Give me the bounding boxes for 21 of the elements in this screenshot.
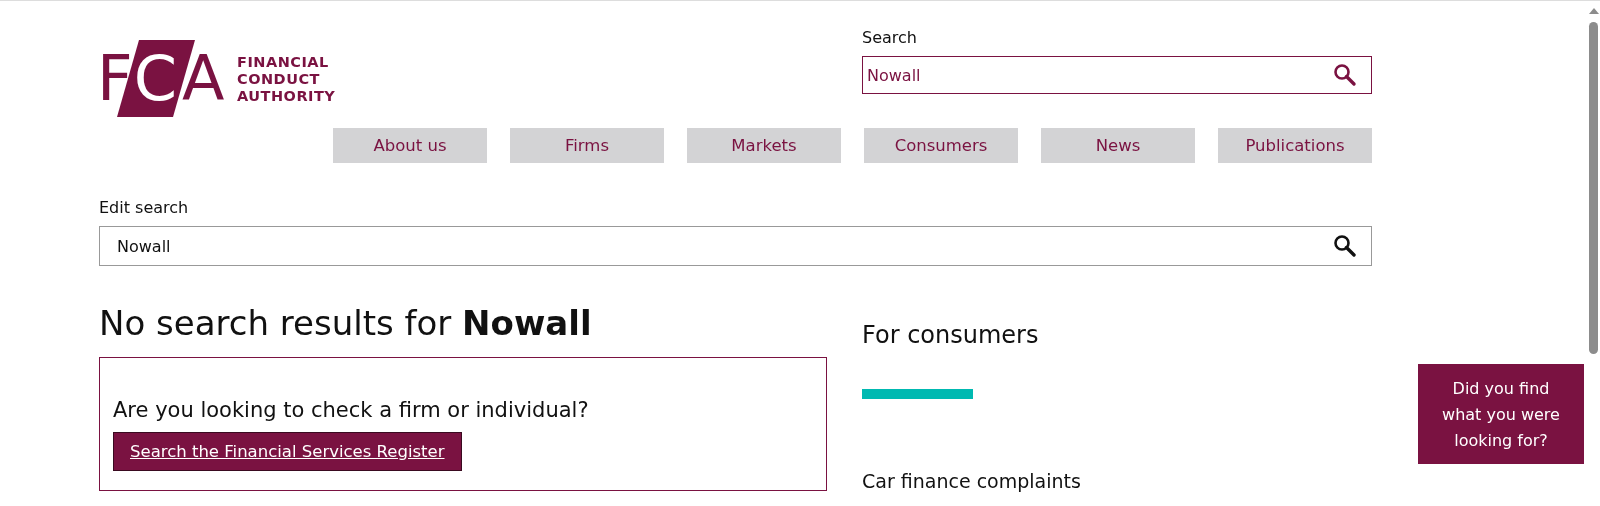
register-search-button[interactable]: Search the Financial Services Register — [113, 432, 462, 471]
nav-tab[interactable]: Consumers — [864, 128, 1018, 163]
feedback-button[interactable]: Did you find what you were looking for? — [1418, 364, 1584, 464]
sidebar-link[interactable]: Car finance complaints — [862, 470, 1081, 492]
scrollbar-thumb[interactable] — [1589, 22, 1598, 354]
search-field[interactable]: Nowall — [862, 56, 1372, 94]
nav-tab[interactable]: Firms — [510, 128, 664, 163]
register-question: Are you looking to check a firm or individual? — [113, 398, 590, 422]
scroll-up-icon[interactable] — [1589, 8, 1599, 14]
nav-tab[interactable]: About us — [333, 128, 487, 163]
search-field[interactable]: Nowall — [99, 226, 1372, 266]
logo-wordmark: FINANCIAL CONDUCT AUTHORITY — [237, 54, 336, 105]
sidebar-title: For consumers — [862, 321, 1040, 349]
nav-tab[interactable]: News — [1041, 128, 1195, 163]
search-label: Search — [862, 28, 918, 47]
search-label: Edit search — [99, 198, 190, 217]
nav-tab[interactable]: Publications — [1218, 128, 1372, 163]
nav-tab[interactable]: Markets — [687, 128, 841, 163]
search-icon[interactable] — [1333, 63, 1357, 87]
search-icon[interactable] — [1333, 234, 1357, 258]
results-heading: No search results for Nowall — [99, 302, 593, 344]
